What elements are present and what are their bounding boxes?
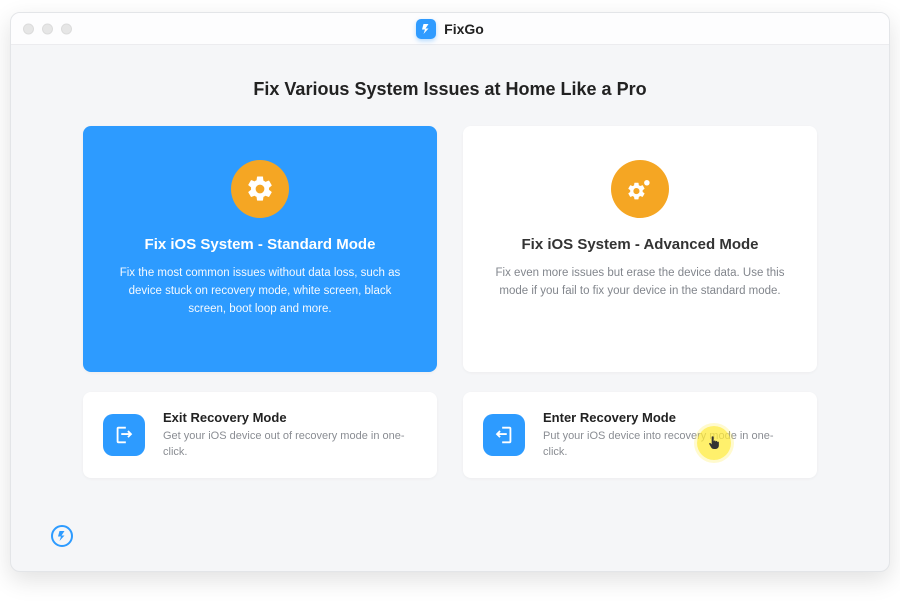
advanced-mode-card[interactable]: Fix iOS System - Advanced Mode Fix even …: [463, 126, 817, 372]
recovery-row: Exit Recovery Mode Get your iOS device o…: [83, 392, 817, 478]
advanced-mode-desc: Fix even more issues but erase the devic…: [491, 265, 789, 301]
standard-mode-card[interactable]: Fix iOS System - Standard Mode Fix the m…: [83, 126, 437, 372]
cursor-pointer-icon: [706, 435, 722, 451]
app-logo-icon: [416, 19, 436, 39]
app-name-label: FixGo: [444, 21, 484, 37]
enter-recovery-card[interactable]: Enter Recovery Mode Put your iOS device …: [463, 392, 817, 478]
enter-recovery-title: Enter Recovery Mode: [543, 410, 797, 425]
app-window: FixGo Fix Various System Issues at Home …: [10, 12, 890, 572]
standard-mode-desc: Fix the most common issues without data …: [111, 265, 409, 318]
minimize-window-button[interactable]: [42, 23, 53, 34]
page-headline: Fix Various System Issues at Home Like a…: [83, 79, 817, 100]
feedback-icon[interactable]: [51, 525, 73, 547]
exit-recovery-card[interactable]: Exit Recovery Mode Get your iOS device o…: [83, 392, 437, 478]
zoom-window-button[interactable]: [61, 23, 72, 34]
mode-cards: Fix iOS System - Standard Mode Fix the m…: [83, 126, 817, 372]
enter-recovery-desc: Put your iOS device into recovery mode i…: [543, 429, 797, 460]
standard-mode-title: Fix iOS System - Standard Mode: [145, 236, 376, 253]
main-content: Fix Various System Issues at Home Like a…: [11, 45, 889, 478]
gear-icon: [231, 160, 289, 218]
exit-icon: [103, 414, 145, 456]
exit-recovery-title: Exit Recovery Mode: [163, 410, 417, 425]
cursor-highlight: [697, 426, 731, 460]
title-bar: FixGo: [11, 13, 889, 45]
gears-icon: [611, 160, 669, 218]
window-controls[interactable]: [23, 23, 72, 34]
app-title: FixGo: [416, 19, 484, 39]
enter-icon: [483, 414, 525, 456]
exit-recovery-desc: Get your iOS device out of recovery mode…: [163, 429, 417, 460]
advanced-mode-title: Fix iOS System - Advanced Mode: [521, 236, 758, 253]
close-window-button[interactable]: [23, 23, 34, 34]
